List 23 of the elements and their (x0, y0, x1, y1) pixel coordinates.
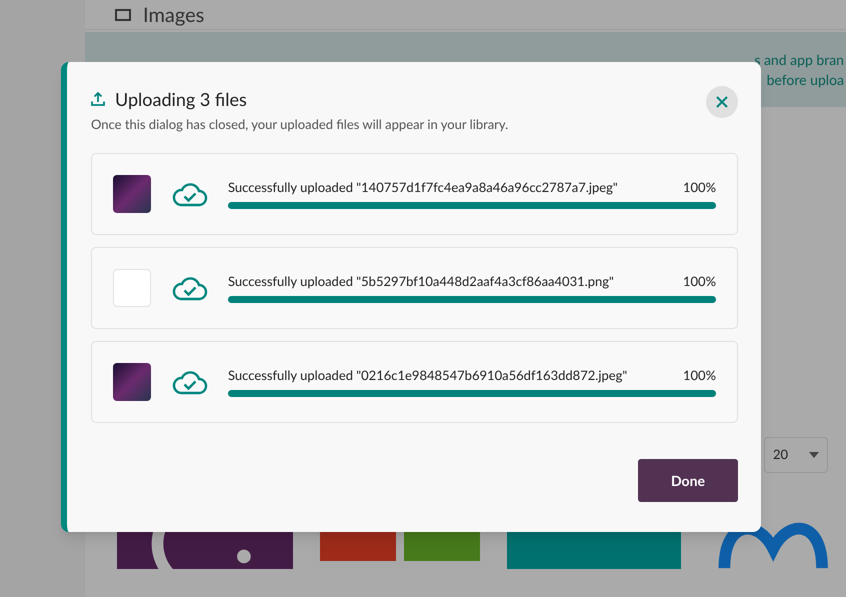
dialog-title: Uploading 3 files (115, 88, 247, 110)
caret-icon (809, 452, 819, 458)
progress-percent: 100% (682, 179, 716, 195)
progress-percent: 100% (682, 273, 716, 289)
banner-text: before uploa (766, 70, 844, 90)
image-icon (115, 8, 131, 20)
cloud-check-icon (172, 181, 208, 207)
dialog-subtitle: Once this dialog has closed, your uploaded files will appear in your library. (91, 116, 508, 132)
progress-percent: 100% (682, 367, 716, 383)
upload-icon (91, 92, 105, 106)
page-heading: Images (143, 4, 204, 24)
close-icon (716, 96, 728, 108)
upload-status-text: Successfully uploaded "5b5297bf10a448d2aaf4a3cf86aa4031.png" (228, 273, 614, 289)
upload-status-text: Successfully uploaded "140757d1f7fc4ea9a8a46a96cc2787a7.jpeg" (228, 179, 618, 195)
done-button[interactable]: Done (638, 459, 738, 502)
cloud-check-icon (172, 275, 208, 301)
image-thumbnail (113, 175, 151, 213)
image-thumbnail (113, 363, 151, 401)
page-size-dropdown[interactable]: 20 (764, 437, 828, 473)
upload-status-text: Successfully uploaded "0216c1e9848547b6910a56df163dd872.jpeg" (228, 367, 628, 383)
cloud-check-icon (172, 369, 208, 395)
close-button[interactable] (706, 86, 738, 118)
image-thumbnail (113, 269, 151, 307)
